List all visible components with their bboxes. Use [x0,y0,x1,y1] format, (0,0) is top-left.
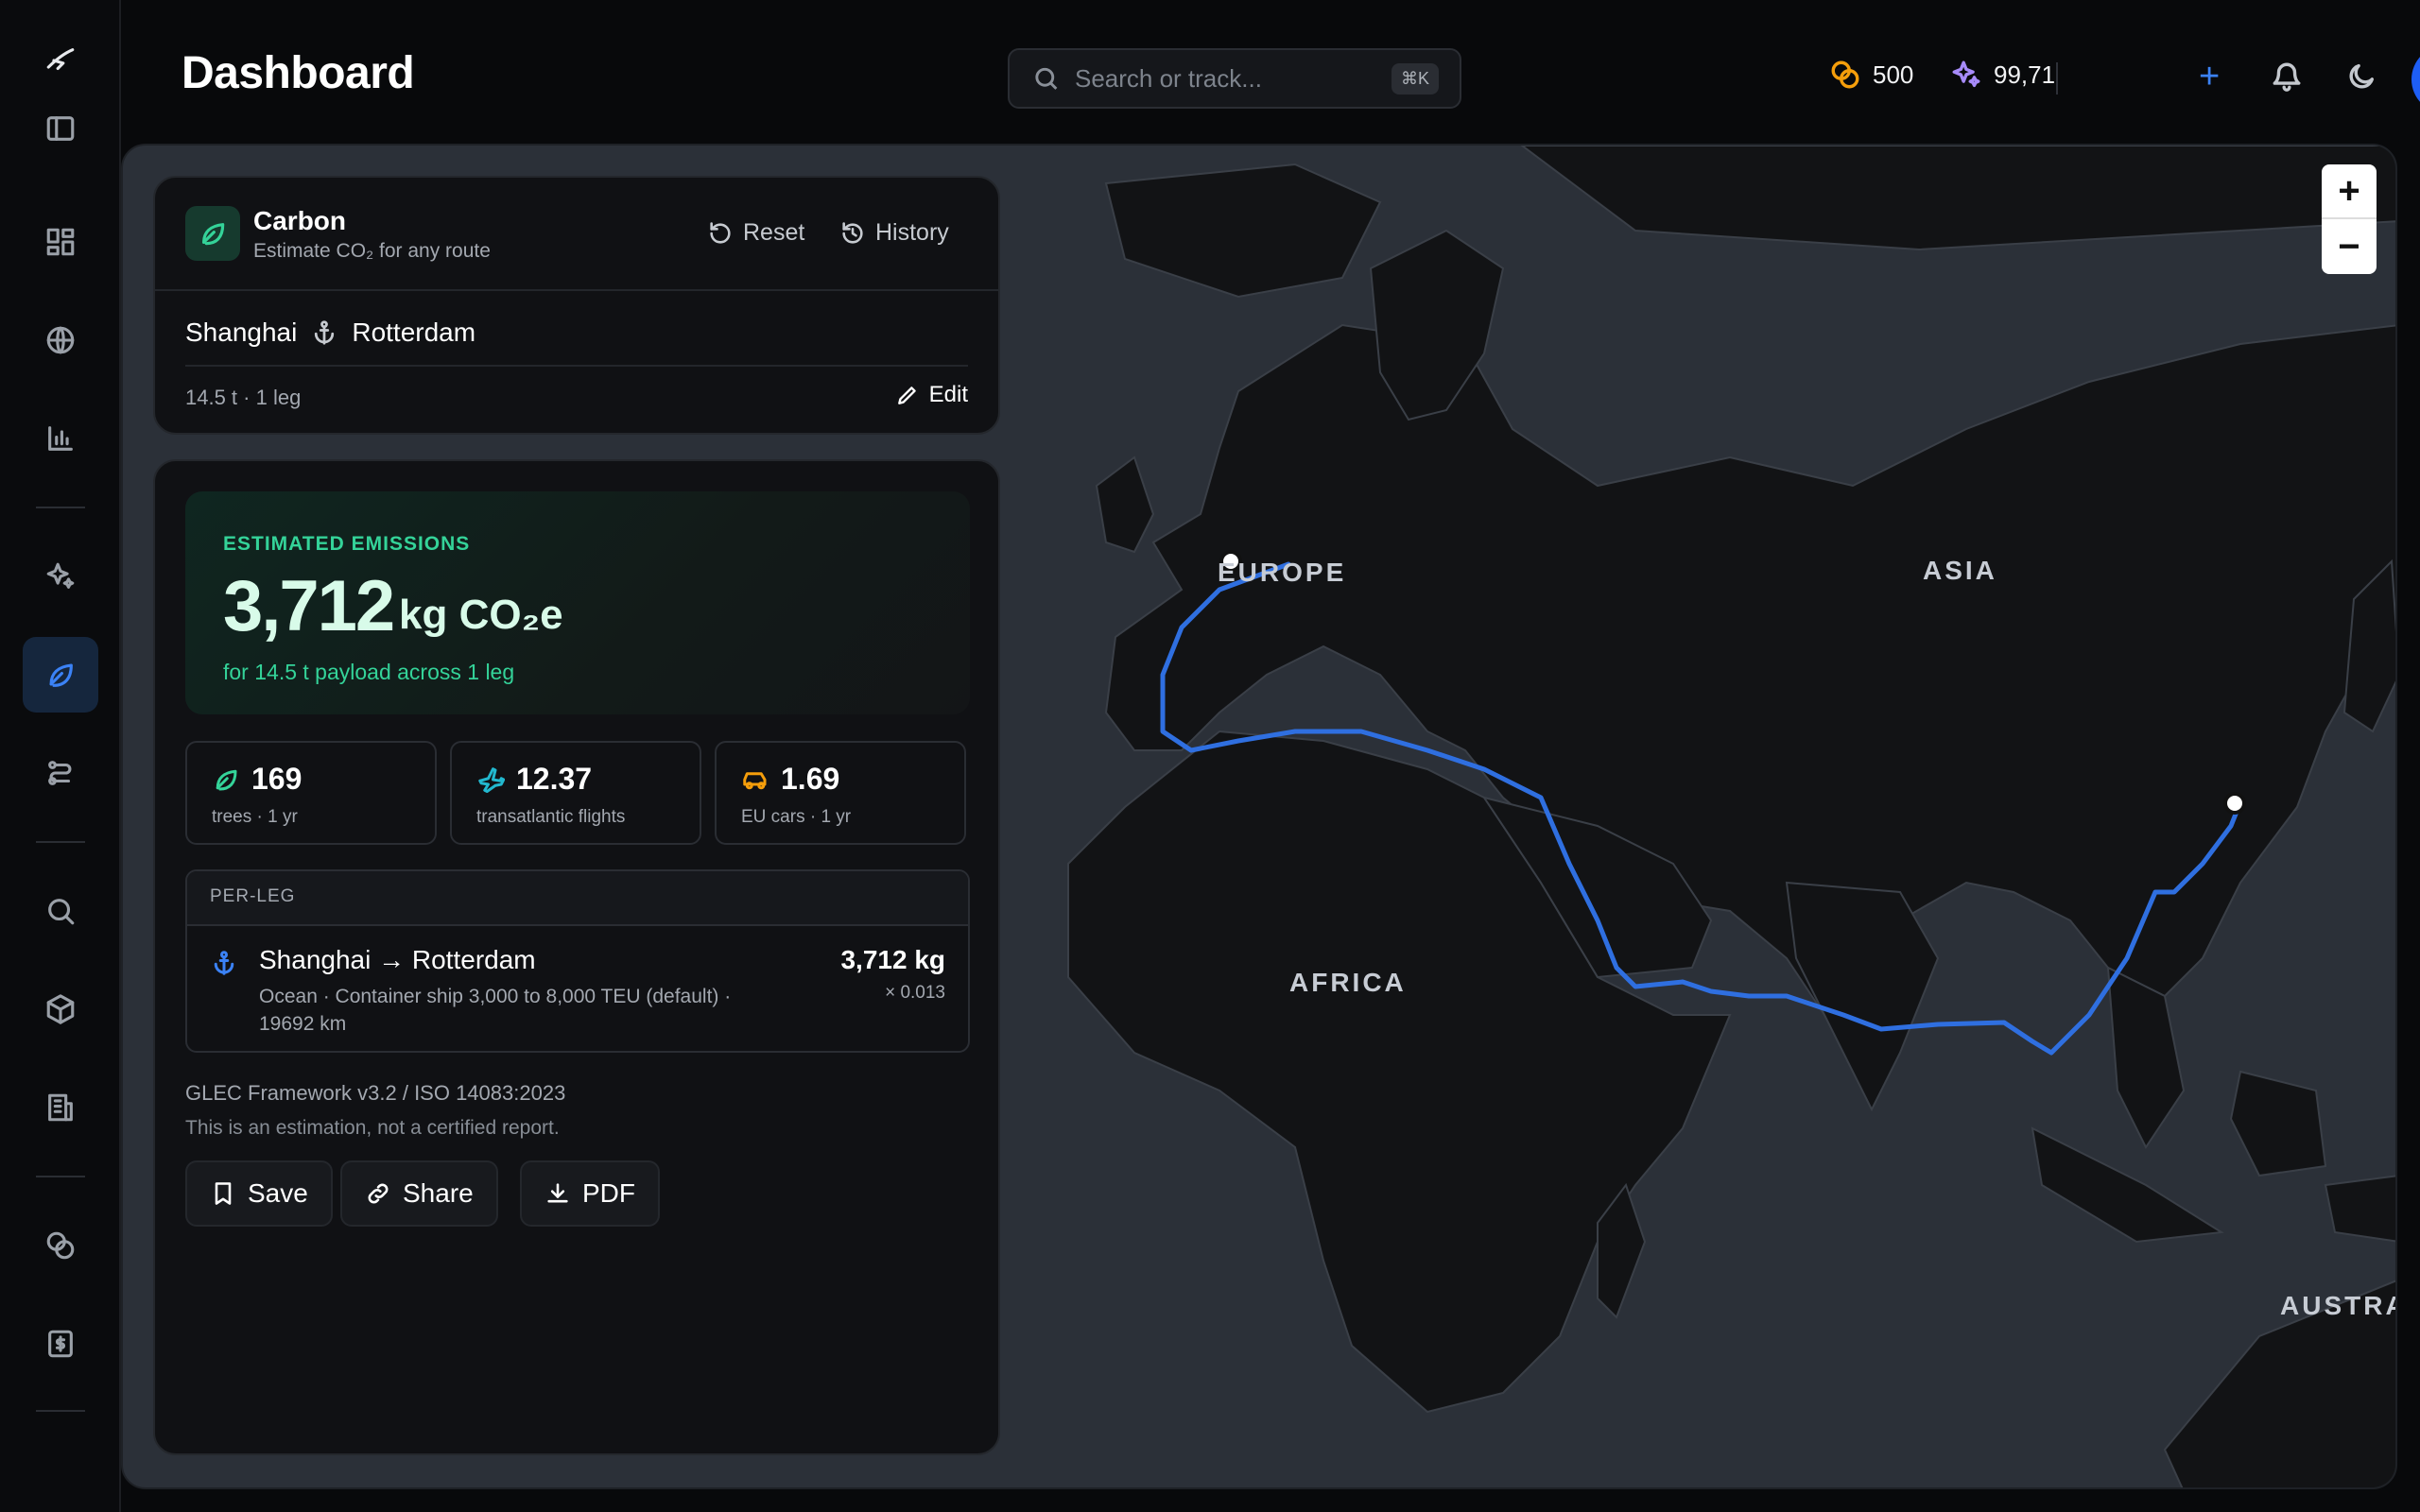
search-icon [48,899,75,925]
page-title: Dashboard [182,48,415,98]
coins-icon [46,1231,75,1260]
reset-icon [710,221,731,244]
zoom-out-button[interactable]: − [2322,219,2377,274]
app-logo[interactable] [23,23,98,98]
zoom-in-button[interactable]: + [2322,164,2377,219]
sidebar [0,0,121,1512]
sidebar-toggle[interactable] [23,91,98,166]
carbon-badge [185,206,240,261]
route-origin: Shanghai [185,318,298,347]
search-bar[interactable]: ⌘K [1008,48,1461,109]
route-destination: Rotterdam [352,318,476,347]
avatar[interactable]: MC [2411,45,2420,113]
disclaimer-note: This is an estimation, not a certified r… [185,1117,560,1139]
sidebar-item-routes[interactable] [23,735,98,811]
sidebar-item-globe[interactable] [23,302,98,378]
bar-chart-icon [48,426,73,451]
ai-credits-value: 99,71 [1994,60,2056,89]
car-icon [743,771,767,789]
search-shortcut: ⌘K [1391,62,1439,94]
sidebar-item-billing[interactable] [23,1306,98,1382]
equivalent-trees: 169 trees · 1 yr [185,741,437,845]
share-button[interactable]: Share [340,1160,498,1227]
emissions-footnote: for 14.5 t payload across 1 leg [223,660,515,684]
search-input[interactable] [1074,63,1392,94]
sidebar-item-credits[interactable] [23,1208,98,1283]
leaf-icon [202,223,225,246]
carbon-route-card: Carbon Estimate CO₂ for any route Reset … [153,176,1000,435]
sidebar-item-ai[interactable] [23,539,98,614]
coins-icon [1831,60,1859,89]
topbar: Dashboard ⌘K 500 99,71 + MC [121,0,2420,144]
sparkles-icon [46,562,75,589]
sidebar-item-analytics[interactable] [23,401,98,476]
search-icon [1035,67,1058,90]
sidebar-item-companies[interactable] [23,1070,98,1145]
download-icon [547,1183,568,1203]
leg-route: Shanghai → Rotterdam [259,945,536,974]
sidebar-item-dashboard[interactable] [23,204,98,280]
emissions-value: 3,712 [223,566,395,646]
receipt-dollar-icon [48,1330,73,1358]
equivalent-cars: 1.69 EU cars · 1 yr [715,741,966,845]
map-label-africa: AFRICA [1289,968,1407,997]
leaf-icon [216,769,237,790]
save-button[interactable]: Save [185,1160,333,1227]
link-icon [368,1183,389,1204]
moon-icon [2349,63,2375,89]
box-icon [46,994,75,1024]
map-label-australia: AUSTRA [2280,1291,2397,1320]
framework-note: GLEC Framework v3.2 / ISO 14083:2023 [185,1081,566,1105]
pencil-icon [897,387,916,404]
emissions-card: ESTIMATED EMISSIONS 3,712 kg CO₂e for 14… [153,459,1000,1455]
history-icon [842,221,863,244]
notifications-button[interactable] [2271,60,2308,98]
reset-button[interactable]: Reset [707,219,804,247]
leg-emissions: 3,712 kg [840,945,945,974]
anchor-icon [214,951,234,975]
zoom-controls: + − [2322,164,2377,274]
carbon-title: Carbon [253,206,346,235]
dashboard-icon [46,228,75,256]
building-icon [48,1093,73,1122]
map-label-asia: ASIA [1923,556,1997,585]
coin-credits-value: 500 [1873,60,1914,89]
sidebar-item-carbon[interactable] [23,637,98,713]
logo-icon [46,48,75,71]
carbon-subtitle: Estimate CO₂ for any route [253,240,491,262]
leg-description: Ocean · Container ship 3,000 to 8,000 TE… [259,986,732,1035]
route-meta: 14.5 t · 1 leg [185,386,302,409]
sidebar-item-shipments[interactable] [23,971,98,1047]
emissions-summary: ESTIMATED EMISSIONS 3,712 kg CO₂e for 14… [185,491,970,714]
theme-toggle[interactable] [2345,60,2383,98]
route-summary: Shanghai Rotterdam [185,318,475,348]
pdf-button[interactable]: PDF [520,1160,660,1227]
coin-credits[interactable]: 500 [1829,59,1913,91]
leg-factor: × 0.013 [885,983,945,1003]
globe-icon [46,326,75,354]
leaf-icon [49,663,73,687]
plane-icon [478,766,505,793]
panel-left-icon [46,116,75,141]
sparkles-icon [1952,60,1980,88]
bell-icon [2273,62,2301,92]
edit-button[interactable]: Edit [895,382,968,408]
route-icon [48,761,72,785]
per-leg-table: PER-LEG Shanghai → Rotterdam Ocean · Con… [185,869,970,1053]
map-label-europe: EUROPE [1218,558,1347,587]
sidebar-item-search[interactable] [23,873,98,949]
history-button[interactable]: History [839,219,949,247]
emissions-label: ESTIMATED EMISSIONS [223,533,471,555]
per-leg-header: PER-LEG [187,871,968,926]
anchor-icon [315,320,335,345]
equivalent-flights: 12.37 transatlantic flights [450,741,701,845]
emissions-unit: kg CO₂e [399,592,563,638]
bookmark-icon [215,1182,232,1205]
add-credits-button[interactable]: + [2199,57,2220,97]
ai-credits[interactable]: 99,71 [1950,59,2055,91]
